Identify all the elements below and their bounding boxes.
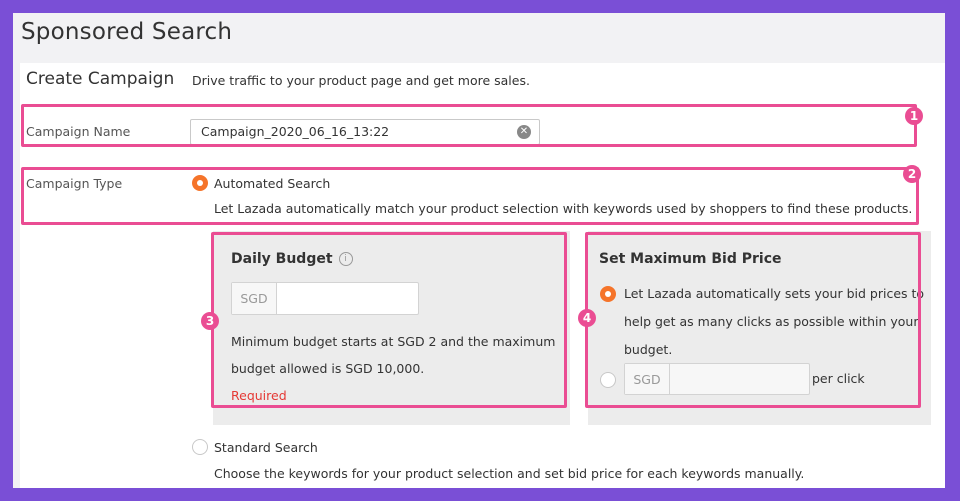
- highlight-box-1: [21, 104, 917, 147]
- highlight-box-3: [211, 232, 567, 408]
- step-badge-2: 2: [903, 165, 921, 183]
- step-badge-1: 1: [905, 107, 923, 125]
- standard-search-description: Choose the keywords for your product sel…: [214, 466, 805, 481]
- step-badge-4: 4: [578, 309, 596, 327]
- create-campaign-title: Create Campaign: [26, 69, 175, 89]
- standard-search-radio[interactable]: [192, 439, 208, 455]
- app-frame: Sponsored Search Create Campaign Drive t…: [13, 13, 945, 488]
- create-campaign-description: Drive traffic to your product page and g…: [192, 73, 530, 88]
- standard-search-label[interactable]: Standard Search: [214, 440, 318, 455]
- step-badge-3: 3: [201, 312, 219, 330]
- create-campaign-card: Create Campaign Drive traffic to your pr…: [20, 63, 945, 488]
- highlight-box-4: [585, 232, 921, 408]
- page-title: Sponsored Search: [21, 19, 233, 45]
- highlight-box-2: [21, 167, 919, 225]
